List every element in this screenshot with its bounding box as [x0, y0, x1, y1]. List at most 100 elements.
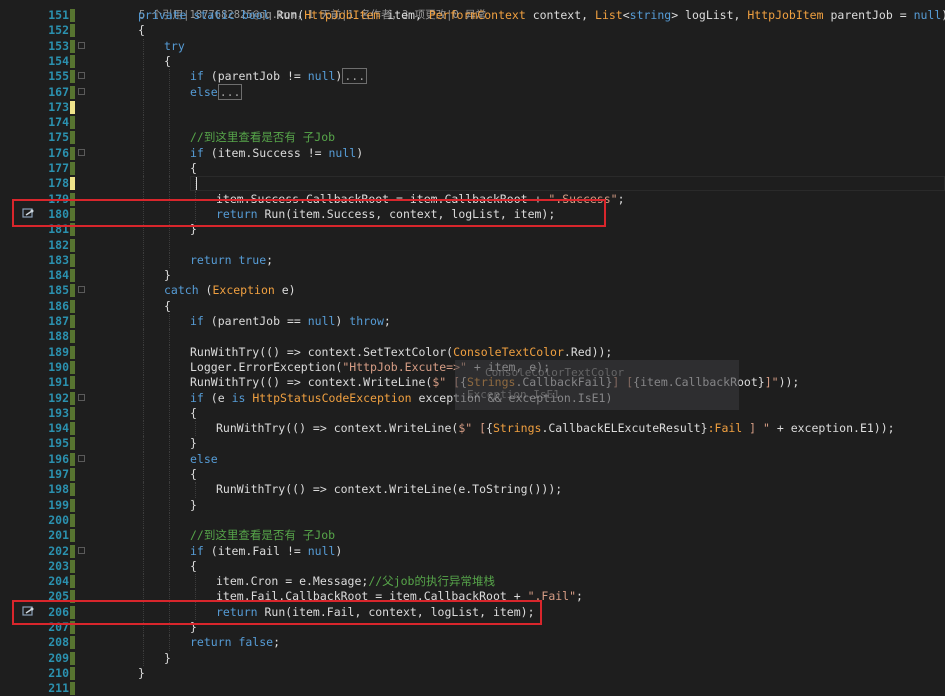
line-number[interactable]: 189: [40, 345, 69, 360]
code-line[interactable]: 202 if (item.Fail != null): [0, 543, 945, 559]
code-line[interactable]: 209}: [0, 650, 945, 666]
code-text[interactable]: }: [138, 666, 145, 681]
code-text[interactable]: {: [164, 299, 171, 314]
line-number[interactable]: 203: [40, 559, 69, 574]
code-line[interactable]: 173: [0, 99, 945, 116]
code-line[interactable]: 183 return true;: [0, 252, 945, 269]
code-line[interactable]: 182: [0, 237, 945, 253]
code-line[interactable]: 199}: [0, 497, 945, 513]
line-number[interactable]: 182: [40, 238, 69, 253]
code-text[interactable]: }: [164, 651, 171, 666]
fold-toggle-icon[interactable]: [78, 454, 85, 462]
code-text[interactable]: else: [190, 452, 218, 467]
code-line[interactable]: 174: [0, 115, 945, 131]
code-text[interactable]: {: [190, 406, 197, 421]
line-number[interactable]: 152: [40, 23, 69, 38]
collapsed-region[interactable]: ...: [217, 83, 243, 100]
code-line[interactable]: 210}: [0, 666, 945, 681]
line-number[interactable]: 151: [40, 8, 69, 23]
code-line[interactable]: 201 //到这里查看是否有 子Job: [0, 528, 945, 544]
collapsed-region[interactable]: ...: [342, 68, 368, 85]
code-line[interactable]: 196 else: [0, 451, 945, 467]
line-number[interactable]: 197: [40, 467, 69, 482]
recursion-marker-icon[interactable]: [22, 606, 35, 617]
line-number[interactable]: 199: [40, 498, 69, 513]
code-line[interactable]: 152 {: [0, 23, 945, 38]
line-number[interactable]: 193: [40, 406, 69, 421]
line-number[interactable]: 194: [40, 421, 69, 436]
line-number[interactable]: 187: [40, 314, 69, 329]
code-line[interactable]: 167 else...: [0, 83, 945, 100]
code-text[interactable]: RunWithTry(() => context.WriteLine($" [{…: [216, 421, 895, 436]
code-text[interactable]: {: [190, 467, 197, 482]
code-text[interactable]: if (item.Fail != null): [190, 544, 342, 559]
line-number[interactable]: 200: [40, 513, 69, 528]
line-number[interactable]: 188: [40, 329, 69, 344]
code-text[interactable]: }: [190, 498, 197, 513]
fold-toggle-icon[interactable]: [78, 87, 85, 95]
code-text[interactable]: try: [164, 39, 185, 54]
code-line[interactable]: 200: [0, 512, 945, 529]
code-line[interactable]: 151 private static bool Run(HttpJobItem i…: [0, 8, 945, 23]
code-text[interactable]: {: [190, 161, 197, 176]
line-number[interactable]: 210: [40, 666, 69, 681]
fold-toggle-icon[interactable]: [78, 41, 85, 49]
line-number[interactable]: 186: [40, 299, 69, 314]
line-number[interactable]: 177: [40, 161, 69, 176]
line-number[interactable]: 209: [40, 651, 69, 666]
code-line[interactable]: 194 RunWithTry(() => context.WriteLine($"…: [0, 421, 945, 437]
line-number[interactable]: 190: [40, 360, 69, 375]
code-line[interactable]: 211: [0, 681, 945, 696]
line-number[interactable]: 184: [40, 268, 69, 283]
recursion-marker-icon[interactable]: [22, 208, 35, 219]
code-line[interactable]: 189 RunWithTry(() => context.SetTextColor…: [0, 344, 945, 360]
code-line[interactable]: 198 RunWithTry(() => context.WriteLine(e.…: [0, 482, 945, 498]
code-line[interactable]: 176 if (item.Success != null): [0, 145, 945, 161]
code-text[interactable]: //到这里查看是否有 子Job: [190, 130, 335, 145]
fold-toggle-icon[interactable]: [78, 546, 85, 554]
code-text[interactable]: }: [164, 268, 171, 283]
line-number[interactable]: 201: [40, 528, 69, 543]
code-line[interactable]: 186 {: [0, 298, 945, 314]
line-number[interactable]: 173: [40, 100, 69, 115]
code-text[interactable]: private static bool Run(HttpJobItem item…: [138, 8, 945, 23]
fold-toggle-icon[interactable]: [78, 393, 85, 401]
code-line[interactable]: 177 {: [0, 161, 945, 177]
code-line[interactable]: 187 if (parentJob == null) throw;: [0, 314, 945, 330]
line-number[interactable]: 153: [40, 39, 69, 54]
code-text[interactable]: RunWithTry(() => context.WriteLine(e.ToS…: [216, 482, 562, 497]
line-number[interactable]: 202: [40, 544, 69, 559]
code-editor[interactable]: 5 个引用|1877682825@qq.com，1 天前|1 名作者，3 项更改…: [0, 0, 945, 696]
code-text[interactable]: {: [190, 559, 197, 574]
line-number[interactable]: 174: [40, 115, 69, 130]
fold-toggle-icon[interactable]: [78, 286, 85, 294]
code-line[interactable]: 175 //到这里查看是否有 子Job: [0, 130, 945, 146]
code-line[interactable]: 184}: [0, 268, 945, 284]
line-number[interactable]: 192: [40, 391, 69, 406]
line-number[interactable]: 155: [40, 69, 69, 84]
code-text[interactable]: RunWithTry(() => context.SetTextColor(Co…: [190, 345, 612, 360]
code-line[interactable]: 208 return false;: [0, 635, 945, 651]
line-number[interactable]: 204: [40, 574, 69, 589]
code-text[interactable]: if (parentJob == null) throw;: [190, 314, 391, 329]
code-text[interactable]: else...: [190, 83, 243, 100]
line-number[interactable]: 196: [40, 452, 69, 467]
fold-toggle-icon[interactable]: [78, 72, 85, 80]
line-number[interactable]: 175: [40, 130, 69, 145]
code-text[interactable]: return false;: [190, 635, 280, 650]
line-number[interactable]: 211: [40, 681, 69, 696]
code-line[interactable]: 197 {: [0, 467, 945, 483]
line-number[interactable]: 198: [40, 482, 69, 497]
fold-toggle-icon[interactable]: [78, 148, 85, 156]
line-number[interactable]: 195: [40, 436, 69, 451]
line-number[interactable]: 154: [40, 54, 69, 69]
line-number[interactable]: 183: [40, 253, 69, 268]
line-number[interactable]: 167: [40, 85, 69, 100]
code-line[interactable]: 203 {: [0, 558, 945, 575]
line-number[interactable]: 185: [40, 283, 69, 298]
code-text[interactable]: return true;: [190, 253, 273, 268]
code-text[interactable]: //到这里查看是否有 子Job: [190, 528, 335, 543]
code-text[interactable]: if (parentJob != null)...: [190, 68, 368, 85]
line-number[interactable]: 191: [40, 375, 69, 390]
code-line[interactable]: 188: [0, 329, 945, 345]
